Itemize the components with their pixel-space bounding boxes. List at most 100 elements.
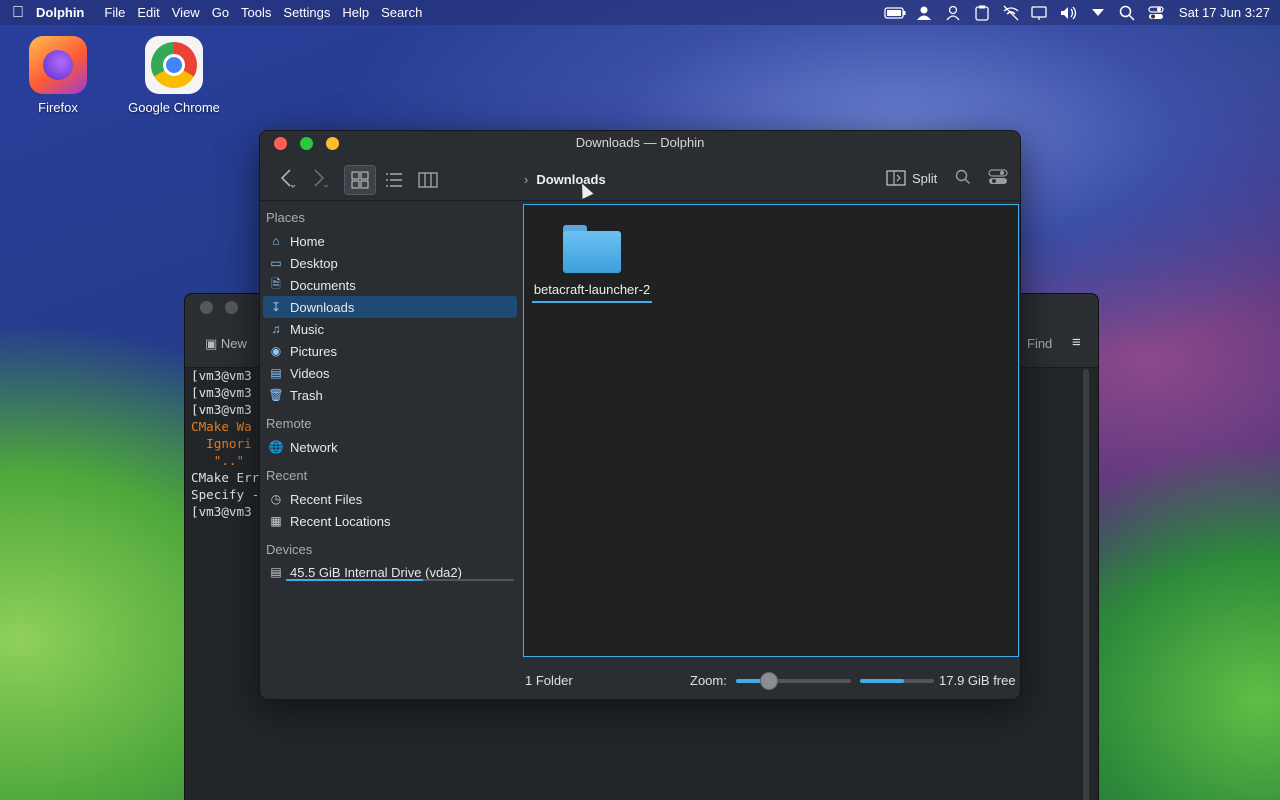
videos-icon: ▤ [270, 366, 282, 380]
menu-view[interactable]: View [172, 5, 200, 20]
split-label: Split [912, 170, 938, 186]
search-icon[interactable] [955, 169, 971, 190]
status-bar: 1 Folder Zoom: 17.9 GiB free [260, 659, 1020, 699]
file-view[interactable]: betacraft-launcher-2 [523, 204, 1019, 657]
sidebar-item-label: Network [290, 439, 338, 455]
trash-icon: 🗑 [268, 388, 284, 402]
tray-expand-icon[interactable] [1084, 0, 1113, 25]
sidebar-item-recent-files[interactable]: ◷ Recent Files [263, 488, 517, 510]
sidebar-item-home[interactable]: ⌂ Home [263, 230, 517, 252]
volume-icon[interactable] [1055, 0, 1084, 25]
user-icon[interactable] [910, 0, 939, 25]
new-tab-icon: ▣ [205, 336, 218, 351]
sidebar-item-label: Recent Files [290, 491, 363, 507]
desktop-icon-label: Firefox [38, 100, 78, 115]
menu-file[interactable]: File [104, 5, 125, 20]
sidebar-item-desktop[interactable]: ▭ Desktop [263, 252, 517, 274]
network-icon: 🌐 [268, 440, 284, 454]
zoom-slider[interactable] [736, 672, 851, 690]
sidebar-item-label: Recent Locations [290, 513, 391, 529]
menu-tools[interactable]: Tools [241, 5, 271, 20]
desktop-icon-label: Google Chrome [128, 100, 220, 115]
firefox-icon [29, 36, 87, 94]
dolphin-toolbar: › Downloads Split [260, 155, 1020, 201]
sidebar-item-label: Music [290, 321, 324, 337]
battery-icon[interactable] [881, 0, 910, 25]
places-header: Places [266, 210, 306, 225]
terminal-scrollbar[interactable] [1083, 369, 1089, 800]
home-icon: ⌂ [272, 234, 280, 248]
sidebar-item-label: Videos [290, 365, 330, 381]
breadcrumb-current[interactable]: Downloads [536, 172, 605, 187]
details-view-button[interactable] [378, 165, 410, 195]
pictures-icon: ◉ [270, 344, 282, 358]
split-button[interactable]: Split [886, 170, 937, 186]
terminal-line: CMake Wa [191, 419, 252, 434]
columns-icon [418, 172, 438, 188]
terminal-line: CMake Err [191, 470, 260, 485]
sidebar-item-label: Downloads [290, 299, 355, 315]
menu-edit[interactable]: Edit [137, 5, 159, 20]
recent-locations-icon: ▦ [270, 514, 282, 528]
system-tray: Sat 17 Jun 3:27 [881, 0, 1280, 25]
desktop-icon-firefox[interactable]: Firefox [22, 36, 94, 115]
sidebar-item-label: Trash [290, 387, 323, 403]
clipboard-icon[interactable] [968, 0, 997, 25]
terminal-line: [vm3@vm3 [191, 504, 252, 519]
terminal-line: Ignori [191, 436, 252, 451]
terminal-maximize-button[interactable] [225, 301, 238, 314]
remote-header: Remote [266, 416, 312, 431]
split-view-icon [886, 170, 906, 186]
new-tab-label: New [220, 336, 247, 351]
sidebar-item-videos[interactable]: ▤ Videos [263, 362, 517, 384]
top-menubar:  Dolphin File Edit View Go Tools Settin… [0, 0, 1280, 25]
forward-button[interactable] [310, 167, 330, 194]
sidebar-item-downloads[interactable]: ↧ Downloads [263, 296, 517, 318]
hamburger-menu-icon[interactable]: ≡ [1072, 334, 1081, 351]
zoom-slider-handle[interactable] [760, 672, 778, 690]
folder-item[interactable]: betacraft-launcher-2 [532, 223, 652, 303]
sidebar-item-label: Desktop [290, 255, 338, 271]
sidebar-item-trash[interactable]: 🗑 Trash [263, 384, 517, 406]
dolphin-titlebar[interactable]: Downloads — Dolphin [260, 131, 1020, 155]
list-icon [386, 173, 402, 187]
sidebar-item-label: Pictures [290, 343, 337, 359]
active-app-name[interactable]: Dolphin [36, 5, 84, 20]
find-button[interactable]: Find [1027, 336, 1052, 351]
window-title: Downloads — Dolphin [575, 135, 705, 150]
columns-view-button[interactable] [412, 165, 444, 195]
search-icon[interactable] [1113, 0, 1142, 25]
menu-go[interactable]: Go [212, 5, 229, 20]
menu-help[interactable]: Help [342, 5, 369, 20]
apple-icon[interactable]:  [0, 4, 36, 22]
display-icon[interactable] [1026, 0, 1055, 25]
sidebar-item-pictures[interactable]: ◉ Pictures [263, 340, 517, 362]
recent-header: Recent [266, 468, 308, 483]
desktop-icon-chrome[interactable]: Google Chrome [122, 36, 226, 115]
terminal-output[interactable]: [vm3@vm3 [vm3@vm3 [vm3@vm3 CMake Wa Ignori … [191, 367, 259, 520]
sidebar-item-label: 45.5 GiB Internal Drive (vda2) [290, 564, 462, 580]
new-tab-button[interactable]: ▣ New [205, 336, 247, 352]
control-menu-icon[interactable] [988, 167, 1008, 192]
breadcrumb-chevron-icon[interactable]: › [524, 172, 528, 187]
dolphin-window[interactable]: Downloads — Dolphin › Downloads Split Pla… [259, 130, 1021, 700]
menu-search[interactable]: Search [381, 5, 422, 20]
menu-settings[interactable]: Settings [283, 5, 330, 20]
control-center-icon[interactable] [1142, 0, 1171, 25]
sidebar-item-network[interactable]: 🌐 Network [263, 436, 517, 458]
sidebar-item-label: Home [290, 233, 325, 249]
zoom-label: Zoom: [690, 673, 727, 688]
sidebar-item-documents[interactable]: 🗎 Documents [263, 274, 517, 296]
back-button[interactable] [278, 167, 298, 194]
network-disconnected-icon[interactable] [997, 0, 1026, 25]
sidebar-item-music[interactable]: ♫ Music [263, 318, 517, 340]
sidebar-item-recent-locations[interactable]: ▦ Recent Locations [263, 510, 517, 532]
documents-icon: 🗎 [271, 276, 281, 291]
devices-header: Devices [266, 542, 313, 557]
breadcrumb[interactable]: › Downloads [524, 172, 606, 187]
clock[interactable]: Sat 17 Jun 3:27 [1171, 5, 1280, 20]
terminal-close-button[interactable] [200, 301, 213, 314]
terminal-line: Specify - [191, 487, 260, 502]
user-switch-icon[interactable] [939, 0, 968, 25]
icons-view-button[interactable] [344, 165, 376, 195]
